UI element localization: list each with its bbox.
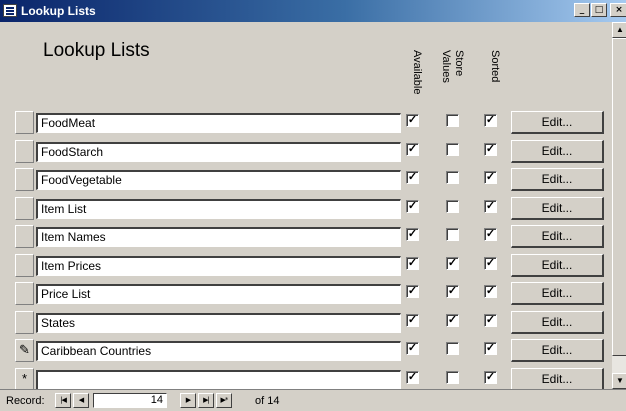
scroll-up-icon[interactable]: ▲ xyxy=(612,22,626,38)
record-selector[interactable] xyxy=(15,168,34,191)
table-row: Item Prices ✓ ✓ ✓ Edit... xyxy=(12,251,612,279)
minimize-button[interactable]: _ xyxy=(574,3,590,17)
lookup-lists-window: Lookup Lists _ □ × Lookup Lists Availabl… xyxy=(0,0,626,411)
maximize-button[interactable]: □ xyxy=(591,3,607,17)
edit-button[interactable]: Edit... xyxy=(511,282,604,305)
next-record-button[interactable]: ▶ xyxy=(180,393,196,408)
previous-record-button[interactable]: ◀ xyxy=(73,393,89,408)
lookup-lists-form: Lookup Lists Available Values Store Sort… xyxy=(12,22,612,389)
table-row: * ✓ ✓ ✓ Edit... xyxy=(12,365,612,389)
table-row: Item List ✓ ✓ ✓ Edit... xyxy=(12,194,612,222)
sorted-checkbox[interactable]: ✓ xyxy=(484,370,497,384)
sorted-checkbox[interactable]: ✓ xyxy=(484,228,497,241)
record-number-input[interactable]: 14 xyxy=(93,393,167,408)
store-values-checkbox[interactable]: ✓ xyxy=(446,228,459,241)
available-checkbox[interactable]: ✓ xyxy=(406,199,419,213)
edit-button[interactable]: Edit... xyxy=(511,168,604,191)
store-values-checkbox[interactable]: ✓ xyxy=(446,285,459,298)
list-name-field[interactable]: Caribbean Countries xyxy=(36,341,401,361)
window-title: Lookup Lists xyxy=(21,4,96,18)
record-selector[interactable] xyxy=(15,111,34,134)
scroll-thumb[interactable] xyxy=(612,38,626,356)
available-checkbox[interactable]: ✓ xyxy=(406,114,419,127)
scroll-down-icon[interactable]: ▼ xyxy=(612,373,626,389)
available-checkbox[interactable]: ✓ xyxy=(406,142,419,156)
column-header-store-values-line1: Store xyxy=(453,50,465,77)
form-header: Lookup Lists Available Values Store Sort… xyxy=(12,22,612,108)
column-header-available: Available xyxy=(411,50,423,95)
available-checkbox[interactable]: ✓ xyxy=(406,228,419,241)
available-checkbox[interactable]: ✓ xyxy=(406,256,419,270)
edit-button[interactable]: Edit... xyxy=(511,111,604,134)
table-row: Item Names ✓ ✓ ✓ Edit... xyxy=(12,222,612,250)
list-name-field[interactable]: FoodVegetable xyxy=(36,170,401,190)
available-checkbox[interactable]: ✓ xyxy=(406,370,419,384)
store-values-checkbox[interactable]: ✓ xyxy=(446,313,459,327)
record-count: of 14 xyxy=(255,395,280,407)
store-values-checkbox[interactable]: ✓ xyxy=(446,199,459,213)
table-row: States ✓ ✓ ✓ Edit... xyxy=(12,308,612,336)
record-selector[interactable] xyxy=(15,196,34,220)
sorted-checkbox[interactable]: ✓ xyxy=(484,171,497,184)
close-button[interactable]: × xyxy=(610,3,626,17)
list-name-field[interactable]: FoodStarch xyxy=(36,141,401,162)
available-checkbox[interactable]: ✓ xyxy=(406,342,419,355)
record-selector[interactable] xyxy=(15,282,34,305)
first-record-button[interactable]: |◀ xyxy=(55,393,71,408)
form-icon xyxy=(3,4,17,17)
record-navigation-bar: Record: |◀ ◀ 14 ▶ ▶| ▶* of 14 xyxy=(0,389,626,411)
form-title: Lookup Lists xyxy=(43,40,150,61)
table-row: Price List ✓ ✓ ✓ Edit... xyxy=(12,279,612,307)
available-checkbox[interactable]: ✓ xyxy=(406,313,419,327)
available-checkbox[interactable]: ✓ xyxy=(406,171,419,184)
edit-button[interactable]: Edit... xyxy=(511,339,604,362)
record-selector[interactable]: ✎ xyxy=(15,339,34,362)
list-name-field[interactable]: FoodMeat xyxy=(36,113,401,133)
sorted-checkbox[interactable]: ✓ xyxy=(484,342,497,355)
list-name-field[interactable]: Price List xyxy=(36,284,401,304)
table-row: FoodStarch ✓ ✓ ✓ Edit... xyxy=(12,137,612,165)
table-row: FoodMeat ✓ ✓ ✓ Edit... xyxy=(12,108,612,136)
record-selector[interactable] xyxy=(15,310,34,334)
store-values-checkbox[interactable]: ✓ xyxy=(446,142,459,156)
store-values-checkbox[interactable]: ✓ xyxy=(446,114,459,127)
sorted-checkbox[interactable]: ✓ xyxy=(484,313,497,327)
edit-button[interactable]: Edit... xyxy=(511,367,604,389)
edit-button[interactable]: Edit... xyxy=(511,310,604,334)
table-row: FoodVegetable ✓ ✓ ✓ Edit... xyxy=(12,165,612,193)
title-bar[interactable]: Lookup Lists _ □ × xyxy=(0,0,626,22)
available-checkbox[interactable]: ✓ xyxy=(406,285,419,298)
edit-button[interactable]: Edit... xyxy=(511,139,604,163)
store-values-checkbox[interactable]: ✓ xyxy=(446,256,459,270)
record-label: Record: xyxy=(6,395,45,407)
list-name-field[interactable]: Item Prices xyxy=(36,255,401,276)
list-name-field[interactable] xyxy=(36,369,401,389)
list-name-field[interactable]: Item Names xyxy=(36,227,401,247)
column-header-sorted: Sorted xyxy=(489,50,501,83)
vertical-scrollbar[interactable]: ▲ ▼ xyxy=(612,22,626,389)
list-name-field[interactable]: Item List xyxy=(36,198,401,219)
sorted-checkbox[interactable]: ✓ xyxy=(484,199,497,213)
record-selector[interactable]: * xyxy=(15,367,34,389)
record-selector[interactable] xyxy=(15,225,34,248)
store-values-checkbox[interactable]: ✓ xyxy=(446,370,459,384)
sorted-checkbox[interactable]: ✓ xyxy=(484,114,497,127)
sorted-checkbox[interactable]: ✓ xyxy=(484,256,497,270)
edit-button[interactable]: Edit... xyxy=(511,253,604,277)
edit-button[interactable]: Edit... xyxy=(511,225,604,248)
new-record-button[interactable]: ▶* xyxy=(216,393,232,408)
record-selector[interactable] xyxy=(15,139,34,163)
store-values-checkbox[interactable]: ✓ xyxy=(446,171,459,184)
sorted-checkbox[interactable]: ✓ xyxy=(484,142,497,156)
last-record-button[interactable]: ▶| xyxy=(198,393,214,408)
edit-button[interactable]: Edit... xyxy=(511,196,604,220)
store-values-checkbox[interactable]: ✓ xyxy=(446,342,459,355)
list-name-field[interactable]: States xyxy=(36,312,401,333)
table-row: ✎Caribbean Countries ✓ ✓ ✓ Edit... xyxy=(12,336,612,364)
record-selector[interactable] xyxy=(15,253,34,277)
sorted-checkbox[interactable]: ✓ xyxy=(484,285,497,298)
